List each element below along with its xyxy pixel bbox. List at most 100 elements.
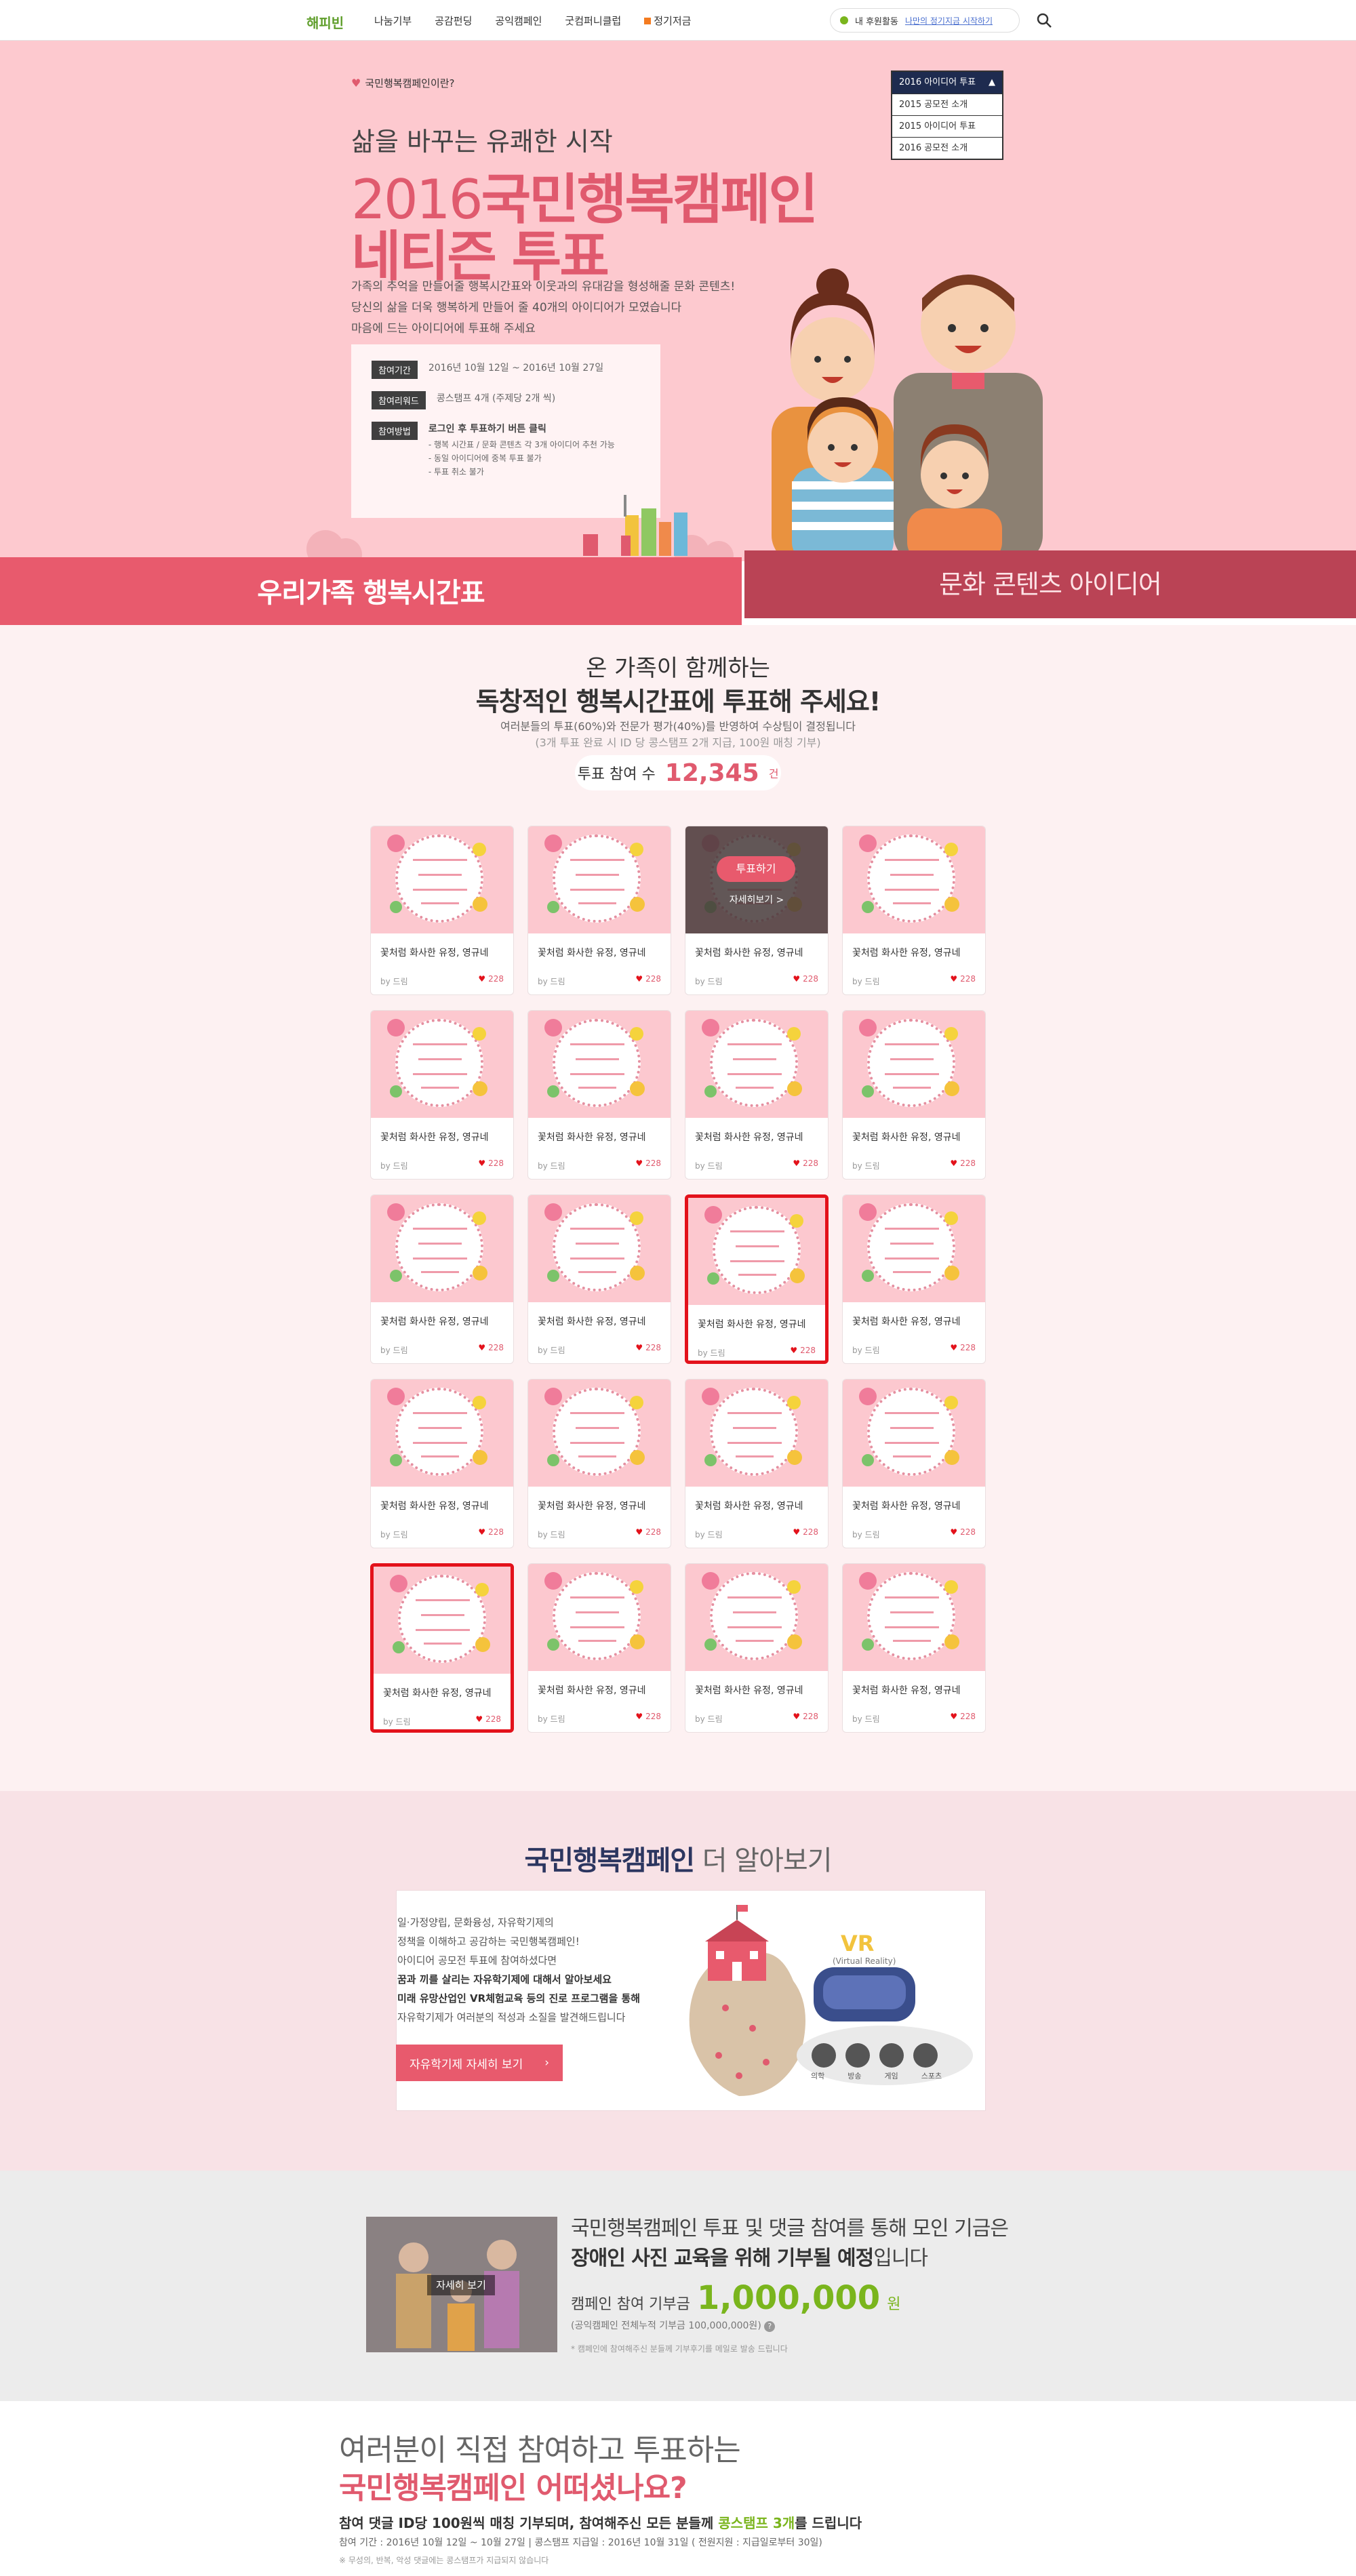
- idea-thumbnail[interactable]: [374, 1567, 511, 1674]
- free-semester-button[interactable]: 자유학기제 자세히 보기 ›: [396, 2045, 563, 2081]
- idea-card-author: by 드림: [695, 1530, 723, 1539]
- donation-photo[interactable]: 자세히 보기: [366, 2217, 557, 2352]
- like-count[interactable]: ♥ 228: [793, 1159, 818, 1168]
- idea-card[interactable]: 꽃처럼 화사한 유정, 영규네 by 드림 ♥ 228: [370, 1010, 514, 1180]
- survey-line-2: 국민행복캠페인 어떠셨나요?: [339, 2471, 687, 2505]
- like-count[interactable]: ♥ 228: [635, 974, 661, 984]
- idea-card[interactable]: 꽃처럼 화사한 유정, 영규네 by 드림 ♥ 228: [842, 1010, 986, 1180]
- idea-card[interactable]: 꽃처럼 화사한 유정, 영규네 by 드림 ♥ 228: [842, 1563, 986, 1733]
- like-count[interactable]: ♥ 228: [950, 1343, 976, 1352]
- idea-card[interactable]: 꽃처럼 화사한 유정, 영규네 by 드림 ♥ 228: [685, 1194, 829, 1364]
- idea-thumbnail[interactable]: [843, 826, 985, 933]
- idea-card[interactable]: 꽃처럼 화사한 유정, 영규네 by 드림 ♥ 228: [527, 1379, 671, 1548]
- idea-thumbnail[interactable]: [528, 1011, 671, 1118]
- menu-item-donation[interactable]: 나눔기부: [374, 14, 412, 28]
- idea-card[interactable]: 꽃처럼 화사한 유정, 영규네 by 드림 ♥ 228: [842, 1379, 986, 1548]
- dropdown-selected[interactable]: 2016 아이디어 투표 ▲: [892, 72, 1002, 94]
- dropdown-option[interactable]: 2015 아이디어 투표: [892, 115, 1002, 137]
- like-count-value: 228: [803, 974, 818, 984]
- like-count[interactable]: ♥ 228: [790, 1346, 816, 1355]
- method-label: 참여방법: [372, 422, 418, 440]
- dropdown-option[interactable]: 2016 공모전 소개: [892, 137, 1002, 159]
- idea-card[interactable]: 꽃처럼 화사한 유정, 영규네 by 드림 ♥ 228: [370, 1379, 514, 1548]
- menu-item-good-company[interactable]: 굿컴퍼니클럽: [565, 14, 621, 28]
- idea-thumbnail[interactable]: [685, 1564, 828, 1671]
- vote-button[interactable]: 투표하기: [717, 856, 795, 882]
- like-count[interactable]: ♥ 228: [478, 1527, 504, 1537]
- like-count[interactable]: ♥ 228: [635, 1527, 661, 1537]
- idea-thumbnail[interactable]: [685, 1011, 828, 1118]
- idea-card[interactable]: 꽃처럼 화사한 유정, 영규네 by 드림 ♥ 228: [370, 1194, 514, 1364]
- help-icon[interactable]: ?: [764, 2321, 776, 2332]
- idea-thumbnail[interactable]: [843, 1564, 985, 1671]
- like-count[interactable]: ♥ 228: [635, 1159, 661, 1168]
- menu-item-regular-saving[interactable]: 정기저금: [644, 14, 691, 28]
- year-dropdown[interactable]: 2016 아이디어 투표 ▲ 2015 공모전 소개 2015 아이디어 투표 2…: [891, 71, 1003, 160]
- idea-thumbnail[interactable]: [688, 1198, 825, 1305]
- like-count[interactable]: ♥ 228: [793, 1527, 818, 1537]
- method-note: - 행복 시간표 / 문화 콘텐츠 각 3개 아이디어 추천 가능: [428, 440, 615, 449]
- like-count-value: 228: [960, 1343, 976, 1352]
- idea-thumbnail[interactable]: [371, 1011, 513, 1118]
- happybean-logo[interactable]: 해피빈: [306, 12, 344, 32]
- donation-total-label: (공익캠페인 전체누적 기부금 100,000,000원): [571, 2320, 761, 2331]
- like-count[interactable]: ♥ 228: [950, 1159, 976, 1168]
- like-count[interactable]: ♥ 228: [950, 1712, 976, 1721]
- like-count[interactable]: ♥ 228: [793, 1712, 818, 1721]
- idea-card-author: by 드림: [852, 1530, 880, 1539]
- flower-icon: [544, 834, 562, 852]
- idea-card[interactable]: 꽃처럼 화사한 유정, 영규네 by 드림 ♥ 228: [842, 826, 986, 995]
- wreath-image: [553, 1019, 641, 1107]
- like-count[interactable]: ♥ 228: [950, 1527, 976, 1537]
- idea-thumbnail[interactable]: [528, 1195, 671, 1302]
- idea-thumbnail[interactable]: [843, 1011, 985, 1118]
- text-line-decor: [570, 1626, 624, 1628]
- idea-card[interactable]: 꽃처럼 화사한 유정, 영규네 by 드림 ♥ 228 투표하기 자세히보기 >: [685, 826, 829, 995]
- idea-thumbnail[interactable]: [843, 1380, 985, 1487]
- learn-more-title-light: 더 알아보기: [694, 1845, 833, 1876]
- like-count[interactable]: ♥ 228: [475, 1714, 501, 1724]
- like-count[interactable]: ♥ 228: [950, 974, 976, 984]
- idea-thumbnail[interactable]: [528, 1564, 671, 1671]
- idea-thumbnail[interactable]: [371, 1195, 513, 1302]
- like-count[interactable]: ♥ 228: [793, 974, 818, 984]
- leaf-icon: [547, 901, 559, 913]
- idea-thumbnail[interactable]: [528, 826, 671, 933]
- menu-item-funding[interactable]: 공감펀딩: [435, 14, 472, 28]
- idea-card[interactable]: 꽃처럼 화사한 유정, 영규네 by 드림 ♥ 228: [527, 1194, 671, 1364]
- idea-card[interactable]: 꽃처럼 화사한 유정, 영규네 by 드림 ♥ 228: [527, 1010, 671, 1180]
- like-count[interactable]: ♥ 228: [478, 974, 504, 984]
- idea-card[interactable]: 꽃처럼 화사한 유정, 영규네 by 드림 ♥ 228: [842, 1194, 986, 1364]
- idea-card[interactable]: 꽃처럼 화사한 유정, 영규네 by 드림 ♥ 228: [370, 1563, 514, 1733]
- flower-icon: [390, 1575, 407, 1592]
- wreath-image: [710, 1388, 798, 1476]
- idea-thumbnail[interactable]: [371, 826, 513, 933]
- like-count[interactable]: ♥ 228: [635, 1712, 661, 1721]
- idea-card[interactable]: 꽃처럼 화사한 유정, 영규네 by 드림 ♥ 228: [527, 826, 671, 995]
- tab-culture-content[interactable]: 문화 콘텐츠 아이디어: [744, 550, 1356, 618]
- tab-family-timetable[interactable]: 우리가족 행복시간표: [0, 557, 742, 632]
- like-count[interactable]: ♥ 228: [478, 1343, 504, 1352]
- idea-card[interactable]: 꽃처럼 화사한 유정, 영규네 by 드림 ♥ 228: [685, 1379, 829, 1548]
- idea-card[interactable]: 꽃처럼 화사한 유정, 영규네 by 드림 ♥ 228: [370, 826, 514, 995]
- idea-card[interactable]: 꽃처럼 화사한 유정, 영규네 by 드림 ♥ 228: [685, 1010, 829, 1180]
- campaign-intro-link[interactable]: ♥ 국민행복캠페인이란?: [351, 76, 455, 90]
- start-saving-link[interactable]: 나만의 정기지금 시작하기: [905, 15, 993, 26]
- idea-thumbnail[interactable]: [685, 1380, 828, 1487]
- idea-card[interactable]: 꽃처럼 화사한 유정, 영규네 by 드림 ♥ 228: [527, 1563, 671, 1733]
- text-line-decor: [413, 1412, 467, 1414]
- idea-thumbnail[interactable]: [843, 1195, 985, 1302]
- photo-detail-button[interactable]: 자세히 보기: [427, 2275, 495, 2295]
- idea-thumbnail[interactable]: [528, 1380, 671, 1487]
- like-count[interactable]: ♥ 228: [478, 1159, 504, 1168]
- flower-icon: [630, 1266, 645, 1281]
- campaign-intro-label: 국민행복캠페인이란?: [365, 77, 455, 89]
- like-count[interactable]: ♥ 228: [635, 1343, 661, 1352]
- search-icon[interactable]: [1036, 12, 1052, 28]
- idea-thumbnail[interactable]: [371, 1380, 513, 1487]
- dropdown-option[interactable]: 2015 공모전 소개: [892, 94, 1002, 115]
- detail-link[interactable]: 자세히보기 >: [685, 893, 828, 906]
- idea-card[interactable]: 꽃처럼 화사한 유정, 영규네 by 드림 ♥ 228: [685, 1563, 829, 1733]
- menu-item-campaign[interactable]: 공익캠페인: [495, 14, 542, 28]
- my-activity-link[interactable]: 내 후원활동: [855, 14, 898, 27]
